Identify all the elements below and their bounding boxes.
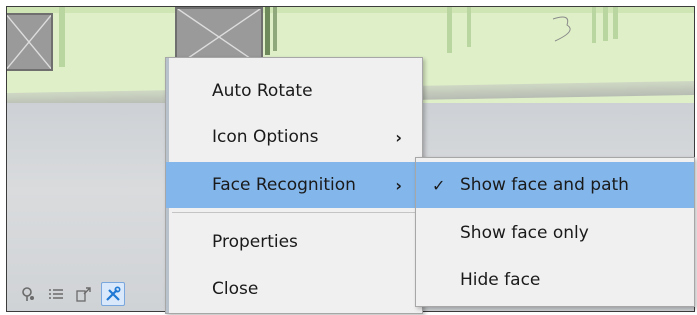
menu-item-properties[interactable]: Properties	[166, 219, 422, 265]
map-pin-icon[interactable]	[17, 283, 39, 305]
submenu-item-show-face-only[interactable]: Show face only	[416, 210, 694, 256]
menu-item-label: Properties	[212, 232, 298, 252]
menu-item-label: Face Recognition	[212, 175, 356, 195]
submenu-item-label: Show face only	[460, 223, 589, 243]
menu-item-face-recognition[interactable]: Face Recognition ›	[166, 162, 422, 208]
checkmark-icon: ✓	[432, 175, 446, 195]
menu-item-close[interactable]: Close	[166, 266, 422, 312]
menu-item-auto-rotate[interactable]: Auto Rotate	[166, 68, 422, 114]
chevron-right-icon: ›	[395, 175, 402, 195]
menu-item-label: Close	[212, 279, 259, 299]
submenu-item-show-face-and-path[interactable]: ✓ Show face and path	[416, 162, 694, 208]
submenu-item-hide-face[interactable]: Hide face	[416, 257, 694, 303]
menu-item-icon-options[interactable]: Icon Options ›	[166, 114, 422, 160]
bottom-toolbar	[17, 279, 125, 309]
chevron-right-icon: ›	[395, 127, 402, 147]
submenu-item-label: Show face and path	[460, 175, 629, 195]
menu-separator	[172, 212, 416, 213]
face-recognition-submenu: ✓ Show face and path Show face only Hide…	[415, 157, 695, 307]
tools-icon[interactable]	[101, 282, 125, 306]
context-menu: Auto Rotate Icon Options › Face Recognit…	[165, 57, 423, 314]
submenu-item-label: Hide face	[460, 270, 541, 290]
list-icon[interactable]	[45, 283, 67, 305]
menu-item-label: Icon Options	[212, 127, 319, 147]
menu-item-label: Auto Rotate	[212, 81, 313, 101]
camera-thumbnail-1[interactable]	[7, 13, 53, 71]
export-icon[interactable]	[73, 283, 95, 305]
